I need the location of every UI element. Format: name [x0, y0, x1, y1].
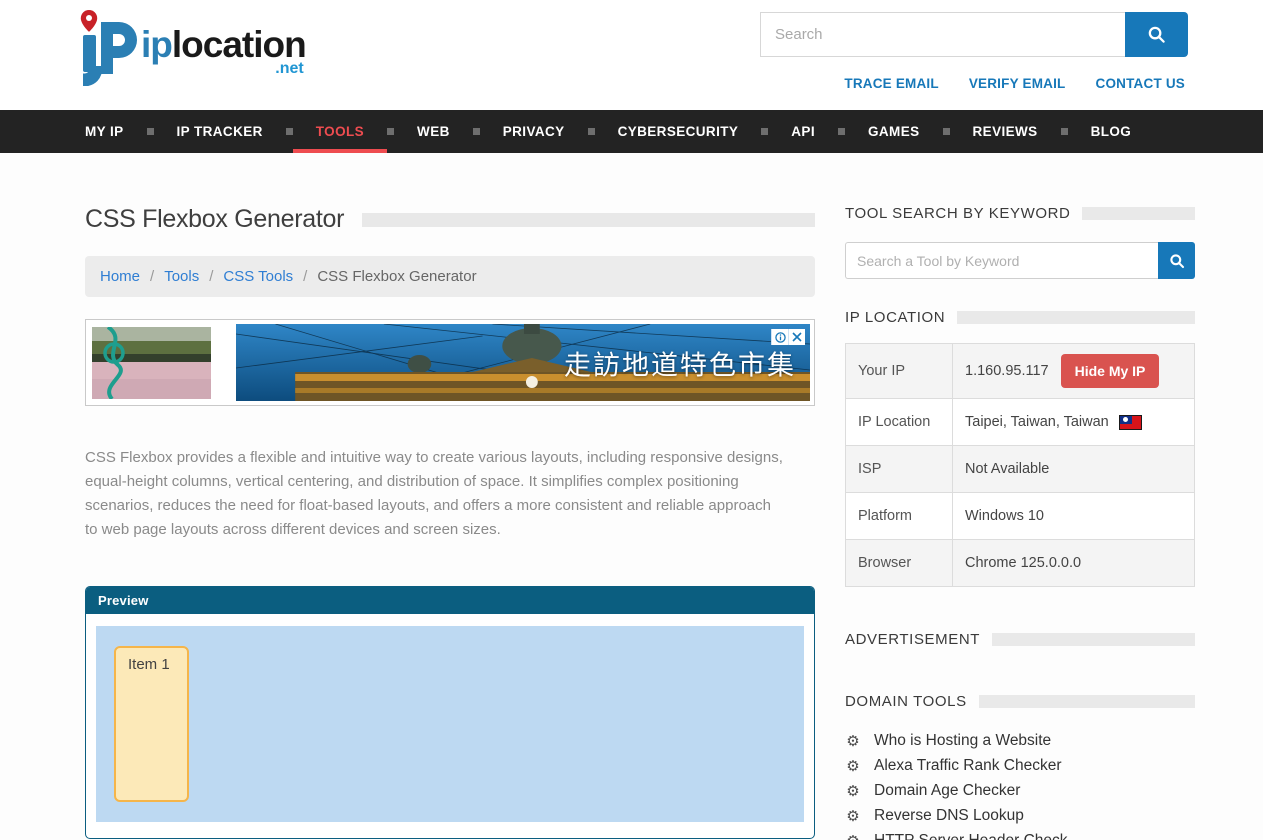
preview-panel: Preview Item 1: [85, 586, 815, 839]
browser-value: Chrome 125.0.0.0: [953, 540, 1194, 586]
logo-net: .net: [275, 60, 303, 78]
list-item[interactable]: ⚙Alexa Traffic Rank Checker: [845, 757, 1195, 775]
nav-separator: [761, 128, 768, 135]
breadcrumb-tools[interactable]: Tools: [164, 268, 199, 285]
gear-icon: ⚙: [845, 734, 861, 749]
nav-separator: [1061, 128, 1068, 135]
page-title: CSS Flexbox Generator: [85, 205, 344, 234]
verify-email-link[interactable]: VERIFY EMAIL: [969, 76, 1066, 91]
gear-icon: ⚙: [845, 759, 861, 774]
nav-item-api[interactable]: API: [768, 110, 838, 153]
table-row: ISP Not Available: [846, 446, 1194, 493]
ip-location-table: Your IP 1.160.95.117 Hide My IP IP Locat…: [845, 343, 1195, 587]
tool-search-input[interactable]: [845, 242, 1158, 279]
breadcrumb-separator: /: [303, 268, 307, 285]
ad-thumbnail-image: [92, 327, 211, 399]
table-row: Your IP 1.160.95.117 Hide My IP: [846, 344, 1194, 399]
nav-item-reviews[interactable]: REVIEWS: [950, 110, 1061, 153]
flexbox-preview-item: Item 1: [114, 646, 189, 802]
heading-decoration-bar: [992, 633, 1195, 646]
hide-my-ip-button[interactable]: Hide My IP: [1061, 354, 1160, 388]
ad-info-icon[interactable]: [771, 329, 788, 345]
nav-item-web[interactable]: WEB: [394, 110, 473, 153]
nav-separator: [473, 128, 480, 135]
logo-ip: ip: [141, 24, 172, 65]
platform-value: Windows 10: [953, 493, 1194, 539]
domain-tools-heading: DOMAIN TOOLS: [845, 693, 1195, 710]
trace-email-link[interactable]: TRACE EMAIL: [844, 76, 938, 91]
content-area: CSS Flexbox Generator Home / Tools / CSS…: [0, 153, 1263, 840]
site-header: iplocation .net TRACE EMAIL VERIFY EMAIL…: [0, 0, 1263, 110]
header-search: [760, 12, 1188, 57]
nav-item-ip-tracker[interactable]: IP TRACKER: [154, 110, 286, 153]
ad-controls: [771, 329, 805, 345]
nav-separator: [147, 128, 154, 135]
tool-search-heading: TOOL SEARCH BY KEYWORD: [845, 205, 1195, 222]
nav-item-tools[interactable]: TOOLS: [293, 110, 387, 153]
site-logo[interactable]: iplocation .net: [75, 8, 306, 86]
ip-location-heading: IP LOCATION: [845, 309, 1195, 326]
gear-icon: ⚙: [845, 834, 861, 840]
list-item[interactable]: ⚙HTTP Server Header Check: [845, 832, 1195, 840]
taiwan-flag-icon: [1119, 415, 1142, 430]
header-search-button[interactable]: [1125, 12, 1188, 57]
heading-decoration-bar: [957, 311, 1195, 324]
nav-item-privacy[interactable]: PRIVACY: [480, 110, 588, 153]
ip-location-value: Taipei, Taiwan, Taiwan: [965, 414, 1109, 430]
table-row: Platform Windows 10: [846, 493, 1194, 540]
domain-tools-list: ⚙Who is Hosting a Website ⚙Alexa Traffic…: [845, 732, 1195, 840]
logo-text: iplocation .net: [141, 24, 306, 78]
logo-icon: [75, 8, 139, 86]
header-search-input[interactable]: [760, 12, 1125, 57]
breadcrumb-separator: /: [150, 268, 154, 285]
main-nav: MY IP IP TRACKER TOOLS WEB PRIVACY CYBER…: [0, 110, 1263, 153]
table-row: Browser Chrome 125.0.0.0: [846, 540, 1194, 586]
search-icon: [1147, 25, 1166, 44]
nav-separator: [286, 128, 293, 135]
nav-separator: [588, 128, 595, 135]
nav-item-my-ip[interactable]: MY IP: [85, 110, 147, 153]
list-item[interactable]: ⚙Reverse DNS Lookup: [845, 807, 1195, 825]
nav-separator: [387, 128, 394, 135]
ad-main-image: 走訪地道特色市集: [236, 324, 810, 401]
list-item[interactable]: ⚙Who is Hosting a Website: [845, 732, 1195, 750]
logo-location: location: [172, 24, 306, 65]
preview-panel-title: Preview: [86, 587, 814, 614]
ad-overlay-text: 走訪地道特色市集: [564, 343, 796, 382]
preview-panel-body: Item 1: [86, 614, 814, 838]
gear-icon: ⚙: [845, 784, 861, 799]
title-row: CSS Flexbox Generator: [85, 205, 815, 234]
advertisement-heading: ADVERTISEMENT: [845, 631, 1195, 648]
page-description: CSS Flexbox provides a flexible and intu…: [85, 446, 785, 542]
list-item[interactable]: ⚙Domain Age Checker: [845, 782, 1195, 800]
table-row: IP Location Taipei, Taiwan, Taiwan: [846, 399, 1194, 446]
tool-search-button[interactable]: [1158, 242, 1195, 279]
isp-value: Not Available: [953, 446, 1194, 492]
nav-item-games[interactable]: GAMES: [845, 110, 943, 153]
header-links: TRACE EMAIL VERIFY EMAIL CONTACT US: [844, 76, 1185, 91]
title-decoration-bar: [362, 213, 815, 227]
breadcrumb-home[interactable]: Home: [100, 268, 140, 285]
ad-close-icon[interactable]: [788, 329, 805, 345]
your-ip-value: 1.160.95.117: [965, 363, 1049, 379]
ad-banner[interactable]: 走訪地道特色市集: [85, 319, 815, 406]
nav-item-blog[interactable]: BLOG: [1068, 110, 1155, 153]
nav-separator: [943, 128, 950, 135]
nav-item-cybersecurity[interactable]: CYBERSECURITY: [595, 110, 762, 153]
heading-decoration-bar: [1082, 207, 1195, 220]
main-column: CSS Flexbox Generator Home / Tools / CSS…: [85, 205, 815, 840]
sidebar: TOOL SEARCH BY KEYWORD IP LOCATION Your …: [845, 205, 1195, 840]
heading-decoration-bar: [979, 695, 1195, 708]
breadcrumb: Home / Tools / CSS Tools / CSS Flexbox G…: [85, 256, 815, 297]
breadcrumb-current: CSS Flexbox Generator: [317, 268, 476, 285]
breadcrumb-separator: /: [209, 268, 213, 285]
gear-icon: ⚙: [845, 809, 861, 824]
search-icon: [1169, 253, 1185, 269]
tool-search: [845, 242, 1195, 279]
flexbox-preview-container: Item 1: [96, 626, 804, 822]
breadcrumb-css-tools[interactable]: CSS Tools: [223, 268, 293, 285]
contact-us-link[interactable]: CONTACT US: [1096, 76, 1186, 91]
nav-separator: [838, 128, 845, 135]
